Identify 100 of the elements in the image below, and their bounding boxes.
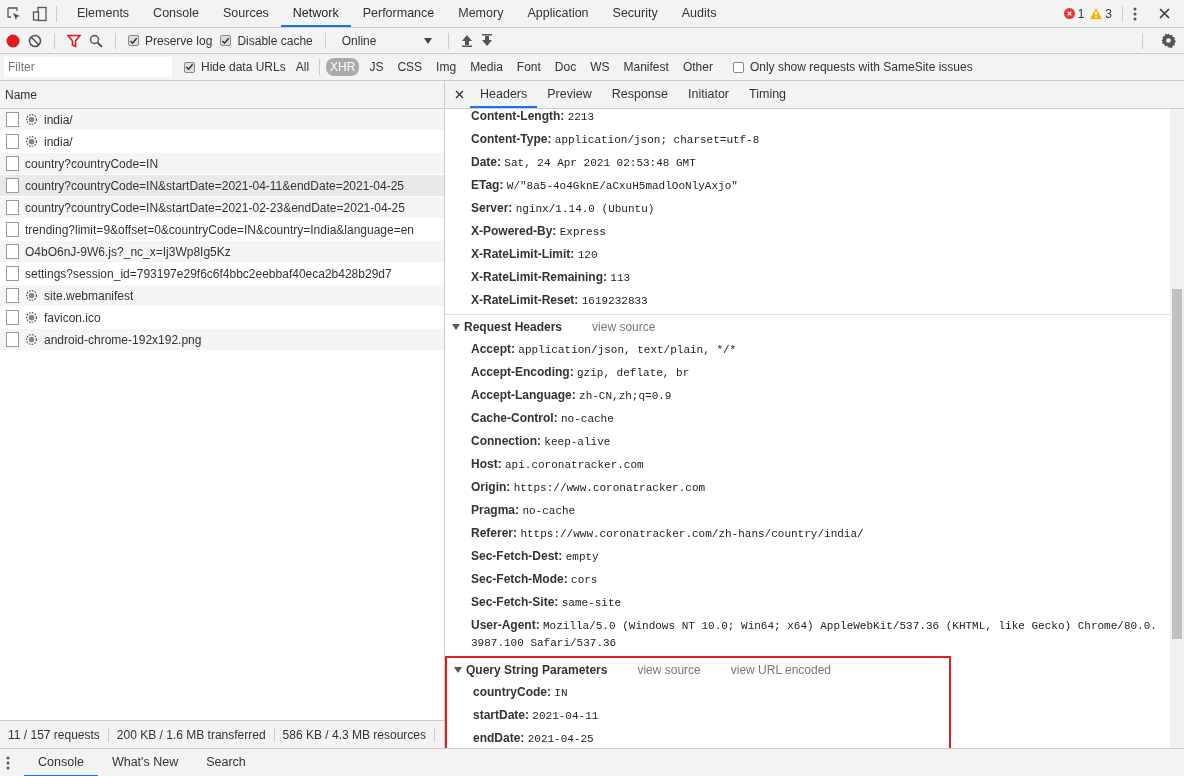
gear-icon [25, 113, 38, 126]
type-filter[interactable]: Other [678, 58, 717, 76]
row-checkbox[interactable] [6, 156, 19, 171]
type-filter[interactable]: CSS [393, 58, 427, 76]
view-link[interactable]: view source [637, 662, 701, 678]
gear-icon [25, 289, 38, 302]
panel-tab[interactable]: Sources [211, 0, 281, 27]
request-name: india/ [44, 134, 73, 149]
detail-tab[interactable]: Preview [537, 81, 602, 108]
type-filter[interactable]: All [291, 58, 314, 76]
column-header[interactable]: Name [5, 87, 37, 102]
row-checkbox[interactable] [6, 112, 19, 127]
inspect-icon[interactable] [6, 5, 22, 22]
header-line: countryCode: IN [472, 684, 569, 701]
type-filter[interactable]: Font [512, 58, 545, 76]
type-filter[interactable]: Img [432, 58, 461, 76]
checkbox-label[interactable]: Preserve log [145, 33, 213, 48]
row-checkbox[interactable] [6, 222, 19, 237]
header-line: Sec-Fetch-Site: same-site [470, 594, 623, 611]
header-line: Referer: https://www.coronatracker.com/zh-hans/country/india/ [470, 525, 865, 542]
more-icon[interactable] [6, 756, 10, 770]
checkbox[interactable] [184, 61, 195, 73]
expand-triangle-icon[interactable] [452, 323, 460, 331]
header-line: Accept-Encoding: gzip, deflate, br [470, 364, 691, 381]
request-row[interactable]: country?countryCode=IN&startDate=2021-04-11&endDate=2021-04-25 [0, 175, 444, 197]
device-icon[interactable] [32, 5, 48, 22]
header-line: startDate: 2021-04-11 [472, 707, 600, 724]
close-icon[interactable] [1159, 8, 1170, 19]
checkbox[interactable] [732, 61, 744, 73]
panel-tab[interactable]: Elements [65, 0, 142, 27]
type-filter[interactable]: Media [466, 58, 507, 76]
header-line: X-RateLimit-Remaining: 113 [470, 269, 632, 286]
panel-tab[interactable]: Performance [350, 0, 447, 27]
detail-tab[interactable]: Initiator [678, 81, 739, 108]
view-link[interactable]: view URL encoded [730, 662, 832, 678]
throttling-select[interactable]: Online [337, 33, 436, 48]
search-icon[interactable] [89, 33, 103, 48]
status-text: 586 KB / 4.3 MB resources [274, 727, 435, 742]
row-checkbox[interactable] [6, 288, 19, 303]
request-name: country?countryCode=IN [25, 156, 159, 171]
checkbox-label[interactable]: Disable cache [237, 33, 313, 48]
checkbox-label[interactable]: Hide data URLs [201, 60, 286, 74]
detail-tab[interactable]: Timing [739, 81, 797, 108]
filter-icon[interactable] [67, 33, 81, 48]
status-text: 11 / 157 requests [0, 727, 109, 742]
type-filter[interactable]: JS [365, 58, 388, 76]
detail-tab[interactable]: Headers [470, 81, 538, 108]
panel-tab[interactable]: Application [515, 0, 601, 27]
panel-tab[interactable]: Security [600, 0, 670, 27]
scrollbar-thumb[interactable] [1172, 289, 1182, 639]
status-text: 200 KB / 1.6 MB transferred [108, 727, 275, 742]
view-link[interactable]: view source [592, 319, 656, 335]
panel-tab[interactable]: Memory [446, 0, 516, 27]
request-row[interactable]: country?countryCode=IN [0, 153, 444, 175]
request-row[interactable]: country?countryCode=IN&startDate=2021-02-23&endDate=2021-04-25 [0, 197, 444, 219]
header-line: User-Agent: Mozilla/5.0 (Windows NT 10.0; Win64; x64) AppleWebKit/537.36 (KHTML, like Gecko) Chrome/80.0.3987.100 Safari/537.36 [470, 617, 1158, 651]
header-line: Origin: https://www.coronatracker.com [470, 479, 707, 496]
type-filter[interactable]: Doc [550, 58, 581, 76]
upload-icon[interactable] [460, 34, 473, 47]
record-icon[interactable] [6, 33, 20, 48]
row-checkbox[interactable] [6, 178, 19, 193]
row-checkbox[interactable] [6, 266, 19, 281]
checkbox-label[interactable]: Only show requests with SameSite issues [749, 60, 973, 74]
drawer-tab[interactable]: Search [192, 749, 260, 776]
header-line: ETag: W/"8a5-4o4GknE/aCxuH5madlOoNlyAxjo" [470, 177, 739, 194]
request-name: settings?session_id=793197e29f6c6f4bbc2eebbaf40eca2b428b29d7 [25, 266, 392, 281]
drawer-tab[interactable]: What's New [97, 749, 193, 776]
error-icon [1063, 8, 1075, 19]
type-filter[interactable]: Manifest [619, 58, 673, 76]
type-filter[interactable]: WS [586, 58, 614, 76]
detail-tab[interactable]: Response [601, 81, 678, 108]
request-name: android-chrome-192x192.png [44, 332, 202, 347]
row-checkbox[interactable] [6, 200, 19, 215]
header-line: Sec-Fetch-Dest: empty [470, 548, 600, 565]
row-checkbox[interactable] [6, 134, 19, 149]
clear-icon[interactable] [28, 33, 42, 48]
more-icon[interactable] [1133, 6, 1137, 21]
download-icon[interactable] [480, 34, 493, 47]
section-title[interactable]: Request Headers [464, 319, 563, 335]
request-name: site.webmanifest [44, 288, 134, 303]
row-checkbox[interactable] [6, 332, 19, 347]
request-row[interactable]: O4bO6nJ-9W6.js?_nc_x=Ij3Wp8Ig5Kz [0, 241, 444, 263]
row-checkbox[interactable] [6, 244, 19, 259]
header-line: Sec-Fetch-Mode: cors [470, 571, 599, 588]
checkbox[interactable] [128, 35, 139, 46]
drawer-tab[interactable]: Console [24, 749, 98, 776]
request-row[interactable]: site.webmanifest [0, 285, 444, 307]
filter-input[interactable]: Filter [4, 57, 172, 77]
panel-tab[interactable]: Audits [669, 0, 729, 27]
row-checkbox[interactable] [6, 310, 19, 325]
panel-tab[interactable]: Console [141, 0, 211, 27]
checkbox[interactable] [220, 35, 232, 46]
section-title[interactable]: Query String Parameters [466, 662, 608, 678]
settings-icon[interactable] [1161, 33, 1176, 48]
header-line: X-Powered-By: Express [470, 223, 607, 240]
request-row[interactable]: india/ [0, 109, 444, 131]
request-row[interactable]: android-chrome-192x192.png [0, 329, 444, 351]
header-line: Server: nginx/1.14.0 (Ubuntu) [470, 200, 656, 217]
expand-triangle-icon[interactable] [454, 666, 462, 674]
request-name: country?countryCode=IN&startDate=2021-04-11&endDate=2021-04-25 [25, 178, 405, 193]
